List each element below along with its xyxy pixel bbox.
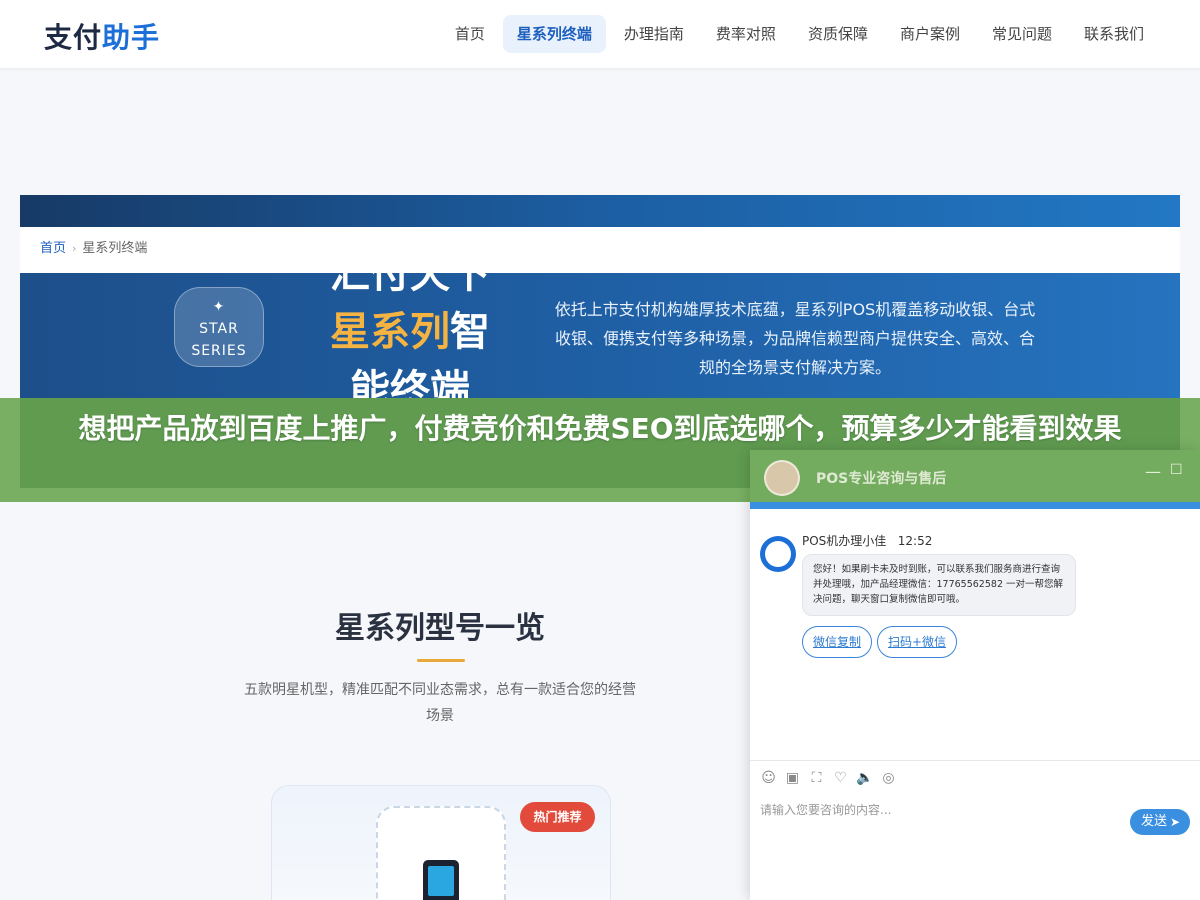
hero-title-rest: 智 <box>450 309 490 355</box>
hero-title-line1: 汇付天下 <box>330 273 490 297</box>
site-logo[interactable]: 支付助手 <box>44 16 160 56</box>
chat-header[interactable]: POS专业咨询与售后 — ☐ <box>750 450 1200 502</box>
hero-banner: ✦ STAR SERIES 汇付天下 星系列智 能终端 依托上市支付机构雄厚技术… <box>20 273 1180 398</box>
hero-title-accent: 星系列 <box>330 309 450 355</box>
breadcrumb-separator: › <box>72 242 77 255</box>
scan-wechat-button[interactable]: 扫码+微信 <box>877 626 958 658</box>
logo-text-part2: 助手 <box>102 21 161 54</box>
nav-item-rates[interactable]: 费率对照 <box>702 15 790 53</box>
maximize-icon[interactable]: ☐ <box>1170 462 1183 478</box>
chat-input-divider <box>750 760 1200 761</box>
badge-line2: SERIES <box>191 343 247 359</box>
emoji-icon[interactable]: ☺ <box>760 770 777 787</box>
support-avatar <box>764 460 800 496</box>
article-title: 想把产品放到百度上推广，付费竞价和免费SEO到底选哪个，预算多少才能看到效果 <box>78 412 1122 445</box>
nav-item-contact[interactable]: 联系我们 <box>1070 15 1158 53</box>
breadcrumb-home-link[interactable]: 首页 <box>40 241 66 256</box>
nav-item-home[interactable]: 首页 <box>441 15 499 53</box>
send-button[interactable]: 发送 ➤ <box>1130 809 1190 835</box>
pos-screen-icon <box>428 866 454 896</box>
breadcrumb: 首页 › 星系列终端 <box>20 227 1180 273</box>
nav-item-faq[interactable]: 常见问题 <box>978 15 1066 53</box>
hero-title: 汇付天下 星系列智 能终端 <box>310 273 510 398</box>
chat-message-bubble: 您好！如果刷卡未及时到账，可以联系我们服务商进行查询并处理哦，加产品经理微信：1… <box>802 554 1076 616</box>
models-section-title: 星系列型号一览 <box>335 611 545 646</box>
chat-message-input[interactable] <box>760 800 1120 820</box>
nav-item-star-series[interactable]: 星系列终端 <box>502 15 606 53</box>
nav-item-cases[interactable]: 商户案例 <box>886 15 974 53</box>
hero-title-line3: 能终端 <box>350 367 470 398</box>
agent-name: POS机办理小佳 <box>802 534 887 548</box>
send-arrow-icon: ➤ <box>1170 815 1181 829</box>
chat-header-bar <box>750 502 1200 509</box>
screenshot-icon[interactable]: ⛶ <box>808 770 825 787</box>
chat-toolbar: ☺ ▣ ⛶ ♡ 🔈 ◎ <box>760 770 897 787</box>
sound-icon[interactable]: 🔈 <box>856 770 873 787</box>
send-button-label: 发送 <box>1141 814 1168 829</box>
chat-header-title: POS专业咨询与售后 <box>816 471 947 487</box>
nav-item-guide[interactable]: 办理指南 <box>610 15 698 53</box>
section-title-underline <box>417 659 465 662</box>
chat-widget: POS专业咨询与售后 — ☐ POS机办理小佳 12:52 您好！如果刷卡未及时… <box>750 450 1200 900</box>
image-icon[interactable]: ▣ <box>784 770 801 787</box>
rate-icon[interactable]: ♡ <box>832 770 849 787</box>
star-series-badge: ✦ STAR SERIES <box>174 287 264 367</box>
hero-description: 依托上市支付机构雄厚技术底蕴，星系列POS机覆盖移动收银、台式收银、便携支付等多… <box>554 300 1036 377</box>
main-nav: 首页 星系列终端 办理指南 费率对照 资质保障 商户案例 常见问题 联系我们 <box>441 15 1158 53</box>
agent-meta: POS机办理小佳 12:52 <box>802 532 932 549</box>
logo-text-part1: 支付 <box>44 21 103 54</box>
hot-recommend-badge: 热门推荐 <box>520 802 595 832</box>
agent-face-icon <box>765 541 791 567</box>
copy-wechat-button[interactable]: 微信复制 <box>802 626 873 658</box>
message-time: 12:52 <box>897 534 933 548</box>
sparkle-icon: ✦ <box>212 299 226 315</box>
minimize-icon[interactable]: — <box>1145 462 1161 481</box>
breadcrumb-current: 星系列终端 <box>82 241 148 256</box>
hero-top-strip <box>20 195 1180 227</box>
models-section-subtitle: 五款明星机型，精准匹配不同业态需求，总有一款适合您的经营场景 <box>244 682 636 724</box>
badge-line1: STAR <box>199 321 239 337</box>
more-icon[interactable]: ◎ <box>880 770 897 787</box>
nav-item-qualifications[interactable]: 资质保障 <box>794 15 882 53</box>
site-header: 支付助手 首页 星系列终端 办理指南 费率对照 资质保障 商户案例 常见问题 联… <box>0 0 1200 68</box>
